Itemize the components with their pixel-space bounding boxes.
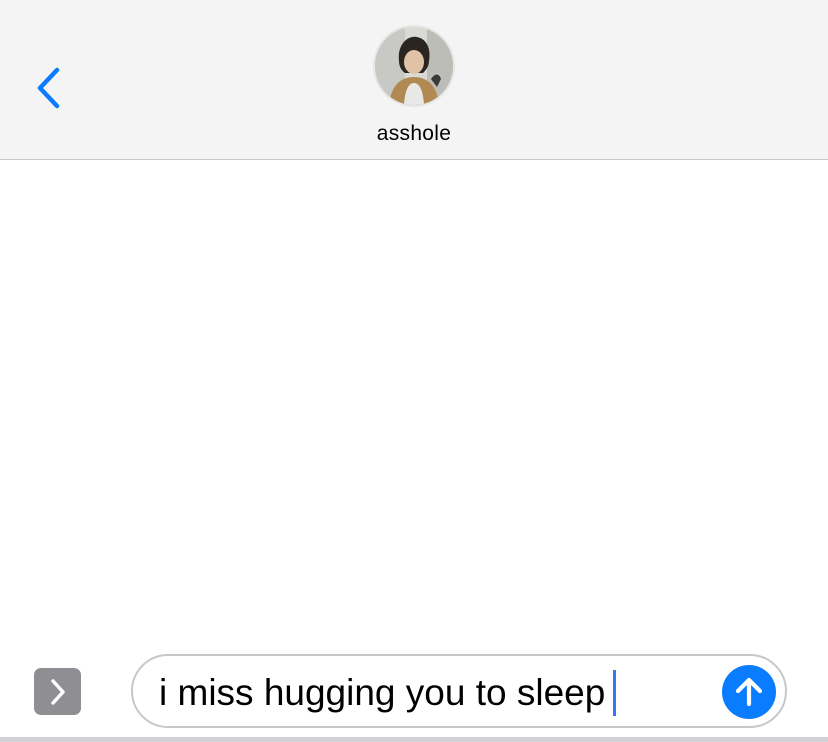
contact-photo	[375, 27, 453, 105]
text-cursor	[613, 670, 617, 716]
apps-toggle-button[interactable]	[34, 668, 81, 715]
back-button[interactable]	[28, 62, 68, 114]
message-input[interactable]: i miss hugging you to sleep	[131, 654, 787, 728]
keyboard-top-edge	[0, 737, 828, 742]
message-thread	[0, 160, 828, 648]
arrow-up-icon	[735, 677, 763, 707]
chevron-right-icon	[50, 678, 65, 705]
messages-screen: asshole i miss hugging you to sleep	[0, 0, 828, 742]
message-input-field[interactable]: i miss hugging you to sleep	[159, 670, 617, 716]
contact-name[interactable]: asshole	[0, 122, 828, 146]
send-button[interactable]	[722, 665, 776, 719]
conversation-header: asshole	[0, 0, 828, 160]
contact-avatar[interactable]	[373, 25, 455, 107]
chevron-left-icon	[37, 67, 60, 109]
message-input-text: i miss hugging you to sleep	[159, 672, 606, 713]
